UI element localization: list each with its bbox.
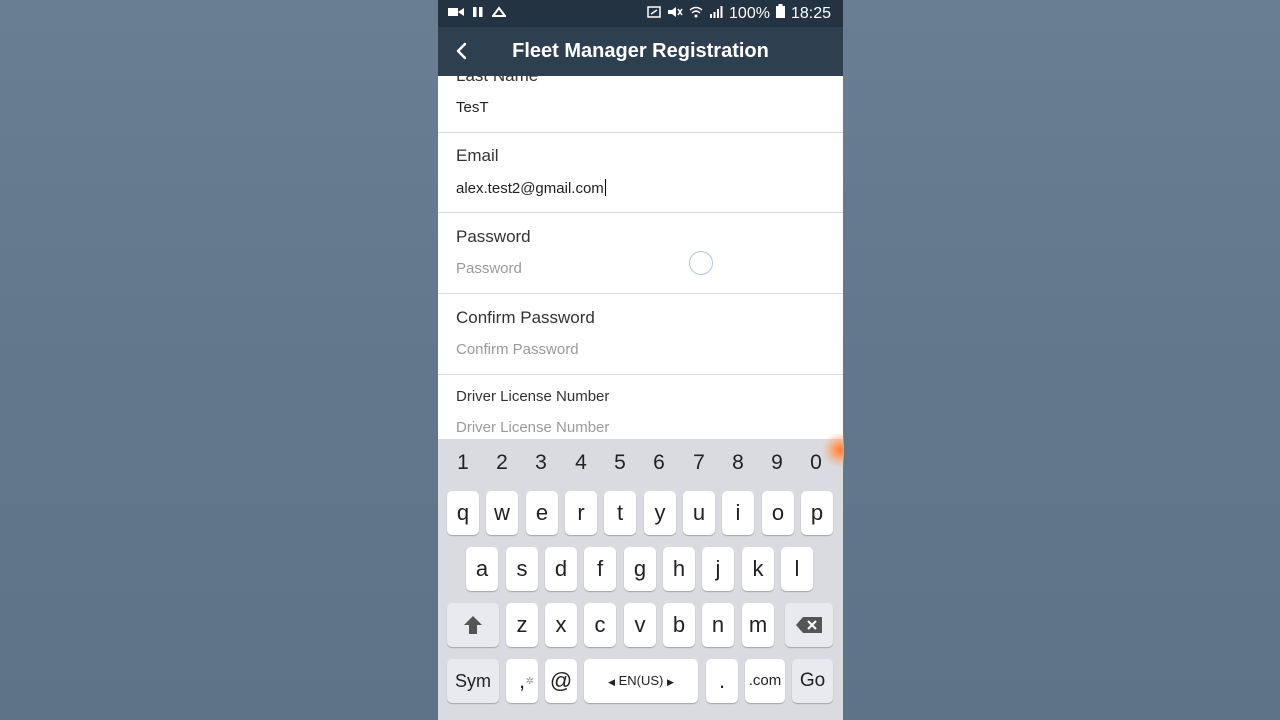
- key-6[interactable]: 6: [644, 444, 674, 482]
- phone-screen: 100% 18:25 Fleet Manager Registration La…: [438, 0, 843, 720]
- password-input[interactable]: Password: [456, 260, 826, 277]
- backspace-key[interactable]: [785, 603, 833, 647]
- soft-keyboard: 1 2 3 4 5 6 7 8 9 0 q w e r t y u i o p …: [438, 439, 843, 720]
- key-r[interactable]: r: [565, 491, 597, 535]
- key-1[interactable]: 1: [448, 444, 478, 482]
- sync-icon: [491, 5, 507, 23]
- nfc-icon: [647, 5, 661, 23]
- status-bar: 100% 18:25: [438, 0, 843, 27]
- key-j[interactable]: j: [702, 547, 734, 591]
- shift-arrow-icon: [464, 616, 482, 634]
- key-m[interactable]: m: [742, 603, 774, 647]
- driver-license-input[interactable]: Driver License Number: [456, 419, 826, 436]
- key-s[interactable]: s: [506, 547, 538, 591]
- key-i[interactable]: i: [722, 491, 754, 535]
- space-key[interactable]: ◀ EN(US) ▶: [584, 659, 698, 703]
- key-w[interactable]: w: [486, 491, 518, 535]
- email-input[interactable]: alex.test2@gmail.com: [456, 179, 826, 197]
- key-t[interactable]: t: [604, 491, 636, 535]
- password-label: Password: [456, 227, 531, 246]
- key-8[interactable]: 8: [723, 444, 753, 482]
- language-label: EN(US): [618, 673, 664, 688]
- key-o[interactable]: o: [762, 491, 794, 535]
- key-5[interactable]: 5: [605, 444, 635, 482]
- page-title: Fleet Manager Registration: [512, 40, 769, 62]
- key-b[interactable]: b: [663, 603, 695, 647]
- key-d[interactable]: d: [545, 547, 577, 591]
- last-name-input[interactable]: TesT: [456, 99, 826, 116]
- signal-icon: [709, 5, 723, 23]
- key-z[interactable]: z: [506, 603, 538, 647]
- key-u[interactable]: u: [683, 491, 715, 535]
- video-icon: [448, 5, 464, 23]
- clock: 18:25: [790, 4, 831, 22]
- key-g[interactable]: g: [624, 547, 656, 591]
- key-e[interactable]: e: [526, 491, 558, 535]
- last-name-field[interactable]: Last Name TesT: [438, 76, 843, 133]
- key-3[interactable]: 3: [526, 444, 556, 482]
- language-left-arrow-icon: ◀: [608, 677, 615, 687]
- at-key[interactable]: @: [545, 659, 577, 703]
- key-7[interactable]: 7: [684, 444, 714, 482]
- email-value: alex.test2@gmail.com: [456, 180, 604, 197]
- key-n[interactable]: n: [702, 603, 734, 647]
- battery-percent: 100%: [729, 4, 770, 22]
- settings-gear-icon: ✲: [525, 676, 534, 687]
- wifi-icon: [689, 5, 703, 23]
- confirm-password-field[interactable]: Confirm Password Confirm Password: [438, 295, 843, 375]
- last-name-label: Last Name: [456, 76, 538, 86]
- driver-license-label: Driver License Number: [456, 388, 610, 405]
- key-k[interactable]: k: [742, 547, 774, 591]
- key-l[interactable]: l: [781, 547, 813, 591]
- pause-icon: [472, 5, 484, 23]
- text-cursor: [604, 179, 606, 196]
- backspace-icon: [796, 617, 822, 633]
- mute-icon: [667, 5, 683, 23]
- email-label: Email: [456, 146, 499, 165]
- key-f[interactable]: f: [584, 547, 616, 591]
- go-key[interactable]: Go: [792, 659, 833, 703]
- key-v[interactable]: v: [624, 603, 656, 647]
- confirm-password-label: Confirm Password: [456, 308, 595, 327]
- key-a[interactable]: a: [466, 547, 498, 591]
- registration-form: Last Name TesT Email alex.test2@gmail.co…: [438, 76, 843, 439]
- key-p[interactable]: p: [801, 491, 833, 535]
- key-c[interactable]: c: [584, 603, 616, 647]
- password-field[interactable]: Password Password: [438, 214, 843, 294]
- loading-spinner-icon: [689, 251, 713, 275]
- key-y[interactable]: y: [644, 491, 676, 535]
- battery-icon: [775, 4, 785, 23]
- key-q[interactable]: q: [447, 491, 479, 535]
- background-right: [843, 0, 1280, 720]
- comma-key[interactable]: , ✲: [506, 659, 538, 703]
- key-h[interactable]: h: [663, 547, 695, 591]
- dotcom-key[interactable]: .com: [745, 659, 785, 703]
- shift-key[interactable]: [447, 603, 499, 647]
- key-4[interactable]: 4: [566, 444, 596, 482]
- confirm-password-input[interactable]: Confirm Password: [456, 341, 826, 358]
- sym-key[interactable]: Sym: [447, 659, 499, 703]
- key-2[interactable]: 2: [487, 444, 517, 482]
- key-x[interactable]: x: [545, 603, 577, 647]
- touch-indicator: [822, 432, 844, 468]
- key-9[interactable]: 9: [762, 444, 792, 482]
- background-left: [0, 0, 438, 720]
- app-bar: Fleet Manager Registration: [438, 27, 843, 76]
- period-key[interactable]: .: [706, 659, 738, 703]
- driver-license-field[interactable]: Driver License Number Driver License Num…: [438, 376, 843, 439]
- language-right-arrow-icon: ▶: [667, 677, 674, 687]
- email-field[interactable]: Email alex.test2@gmail.com: [438, 133, 843, 213]
